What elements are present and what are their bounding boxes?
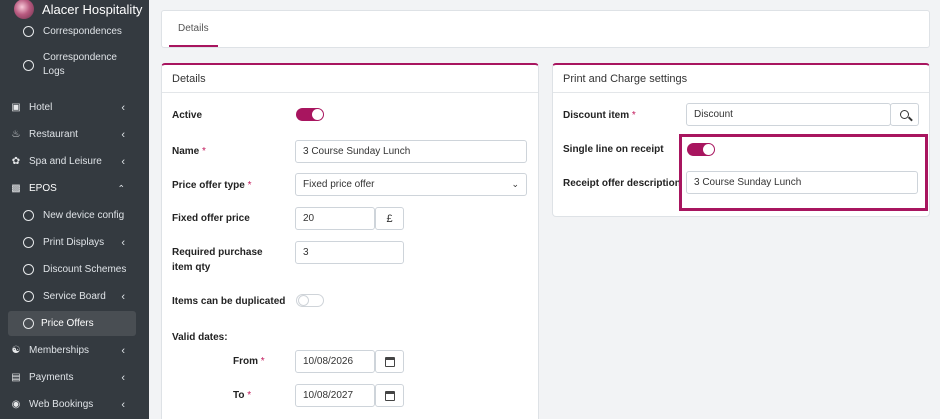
sidebar-item-restaurant[interactable]: ♨ Restaurant ‹ bbox=[0, 121, 149, 148]
sidebar-item-label: Correspondences bbox=[43, 25, 122, 37]
required-purchase-item-qty-label: Required purchase item qty bbox=[172, 247, 263, 273]
price-offer-type-select[interactable]: Fixed price offer ⌄ bbox=[295, 173, 527, 196]
chevron-left-icon: ‹ bbox=[121, 236, 125, 249]
items-can-be-duplicated-label: Items can be duplicated bbox=[172, 296, 286, 307]
sidebar-item-label: New device config bbox=[43, 210, 125, 221]
circle-icon bbox=[21, 25, 35, 37]
sidebar-item-price-offers[interactable]: Price Offers bbox=[8, 311, 136, 336]
active-toggle[interactable] bbox=[296, 108, 324, 121]
search-icon bbox=[900, 110, 909, 119]
globe-icon: ◉ bbox=[11, 399, 21, 410]
items-can-be-duplicated-toggle[interactable] bbox=[296, 294, 324, 307]
tab-details[interactable]: Details bbox=[169, 11, 218, 47]
single-line-on-receipt-label: Single line on receipt bbox=[563, 144, 664, 155]
calendar-icon bbox=[384, 356, 395, 367]
sidebar-item-epos[interactable]: ▩ EPOS ⌃ bbox=[0, 175, 149, 202]
sidebar-item-label: Web Bookings bbox=[29, 399, 94, 410]
chevron-left-icon: ‹ bbox=[121, 344, 125, 357]
utensils-icon: ♨ bbox=[11, 129, 21, 140]
sidebar-item-label: Service Board bbox=[43, 291, 106, 302]
print-charge-card-title: Print and Charge settings bbox=[553, 65, 929, 93]
chevron-left-icon: ‹ bbox=[121, 128, 125, 141]
sidebar-item-hotel[interactable]: ▣ Hotel ‹ bbox=[0, 94, 149, 121]
discount-item-label: Discount item * bbox=[563, 110, 636, 121]
cash-register-icon: ▩ bbox=[11, 183, 21, 194]
sidebar-item-label: Print Displays bbox=[43, 237, 105, 248]
sidebar-item-spa-and-leisure[interactable]: ✿ Spa and Leisure ‹ bbox=[0, 148, 149, 175]
money-icon: ▤ bbox=[11, 372, 21, 383]
sidebar: Alacer Hospitality Correspondences Corre… bbox=[0, 0, 149, 419]
sidebar-item-correspondence-logs[interactable]: Correspondence Logs bbox=[0, 42, 149, 80]
sidebar-item-memberships[interactable]: ☯ Memberships ‹ bbox=[0, 337, 149, 364]
from-calendar-button[interactable] bbox=[375, 350, 404, 373]
circle-icon bbox=[21, 60, 35, 71]
sidebar-item-label: Restaurant bbox=[29, 129, 78, 140]
sidebar-item-label: Price Offers bbox=[41, 318, 94, 329]
sidebar-item-web-bookings[interactable]: ◉ Web Bookings ‹ bbox=[0, 391, 149, 418]
calendar-icon bbox=[384, 390, 395, 401]
brand[interactable]: Alacer Hospitality bbox=[0, 0, 149, 20]
spa-icon: ✿ bbox=[11, 156, 21, 167]
circle-icon bbox=[21, 291, 35, 302]
sidebar-item-label: Hotel bbox=[29, 102, 53, 113]
name-label: Name * bbox=[172, 146, 206, 157]
circle-icon bbox=[21, 318, 35, 329]
circle-icon bbox=[21, 210, 35, 221]
price-offer-type-label: Price offer type * bbox=[172, 180, 252, 191]
bed-icon: ▣ bbox=[11, 102, 21, 113]
discount-search-button[interactable] bbox=[890, 103, 919, 126]
to-calendar-button[interactable] bbox=[375, 384, 404, 407]
users-icon: ☯ bbox=[11, 345, 21, 356]
sidebar-item-print-displays[interactable]: Print Displays ‹ bbox=[0, 229, 149, 256]
chevron-left-icon: ‹ bbox=[121, 398, 125, 411]
valid-dates-label: Valid dates: bbox=[172, 332, 228, 343]
sidebar-item-discount-schemes[interactable]: Discount Schemes bbox=[0, 256, 149, 283]
circle-icon bbox=[21, 237, 35, 248]
chevron-left-icon: ‹ bbox=[121, 371, 125, 384]
sidebar-item-service-board[interactable]: Service Board ‹ bbox=[0, 283, 149, 310]
active-label: Active bbox=[172, 110, 203, 121]
tab-bar: Details bbox=[161, 10, 930, 48]
price-offer-type-value: Fixed price offer bbox=[303, 179, 375, 190]
chevron-left-icon: ‹ bbox=[121, 101, 125, 114]
to-label: To * bbox=[233, 390, 252, 401]
fixed-offer-price-label: Fixed offer price bbox=[172, 213, 250, 224]
sidebar-item-payments[interactable]: ▤ Payments ‹ bbox=[0, 364, 149, 391]
sidebar-item-new-device-config[interactable]: New device config bbox=[0, 202, 149, 229]
sidebar-item-label: Correspondence Logs bbox=[43, 52, 117, 77]
sidebar-item-label: Payments bbox=[29, 372, 74, 383]
sidebar-item-label: Memberships bbox=[29, 345, 90, 356]
receipt-offer-description-label: Receipt offer description bbox=[563, 178, 681, 189]
sidebar-item-label: EPOS bbox=[29, 183, 57, 194]
to-date-input[interactable]: 10/08/2027 bbox=[295, 384, 375, 407]
from-label: From * bbox=[233, 356, 265, 367]
details-card-title: Details bbox=[162, 65, 538, 93]
highlight-box bbox=[679, 134, 928, 211]
pound-icon: £ bbox=[375, 207, 404, 230]
chevron-left-icon: ‹ bbox=[121, 155, 125, 168]
fixed-offer-price-input[interactable]: 20 bbox=[295, 207, 375, 230]
chevron-up-icon: ⌃ bbox=[117, 183, 125, 193]
brand-name: Alacer Hospitality bbox=[42, 1, 143, 17]
discount-item-input[interactable]: Discount bbox=[686, 103, 891, 126]
sidebar-item-label: Spa and Leisure bbox=[29, 156, 102, 167]
chevron-down-icon: ⌄ bbox=[511, 179, 519, 189]
brand-logo bbox=[14, 0, 34, 19]
required-purchase-item-qty-input[interactable]: 3 bbox=[295, 241, 404, 264]
circle-icon bbox=[21, 264, 35, 275]
sidebar-item-correspondences[interactable]: Correspondences bbox=[0, 20, 149, 42]
name-input[interactable]: 3 Course Sunday Lunch bbox=[295, 140, 527, 163]
sidebar-item-label: Discount Schemes bbox=[43, 264, 127, 275]
from-date-input[interactable]: 10/08/2026 bbox=[295, 350, 375, 373]
chevron-left-icon: ‹ bbox=[121, 290, 125, 303]
